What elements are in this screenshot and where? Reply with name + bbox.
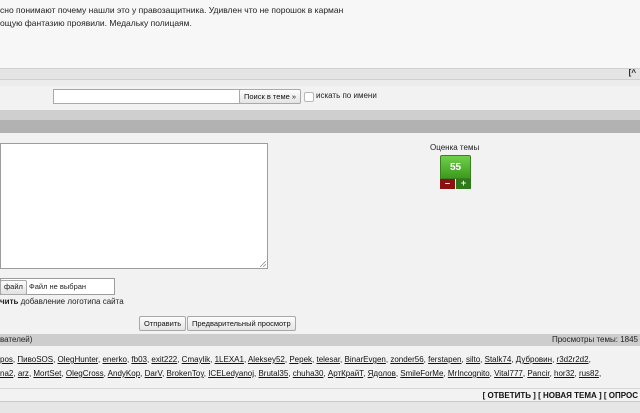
- rate-down-button[interactable]: –: [440, 179, 455, 189]
- file-attach-field: файл Файл не выбран: [0, 278, 115, 295]
- send-button[interactable]: Отправить: [139, 316, 187, 331]
- user-link[interactable]: Дубровин: [516, 355, 552, 364]
- user-link[interactable]: OlegHunter: [58, 355, 98, 364]
- topic-stats-bar: вателей) Просмотры темы: 1845: [0, 334, 640, 346]
- topic-search-input[interactable]: [53, 89, 243, 104]
- user-link[interactable]: zonder56: [390, 355, 423, 364]
- user-link[interactable]: enerko: [102, 355, 126, 364]
- user-link[interactable]: Vital777: [494, 369, 523, 378]
- rating-score: 55: [440, 155, 471, 179]
- new-topic-link[interactable]: [ НОВАЯ ТЕМА ]: [538, 391, 602, 400]
- user-link[interactable]: Ядолов: [368, 369, 396, 378]
- user-link[interactable]: pos: [0, 355, 13, 364]
- topic-search-row: Поиск в теме » искать по имени: [0, 86, 640, 108]
- poll-link[interactable]: [ ОПРОС: [604, 391, 638, 400]
- post-body: сно понимают почему нашли это у правозащ…: [0, 0, 640, 68]
- reply-link[interactable]: [ ОТВЕТИТЬ ]: [483, 391, 536, 400]
- user-link[interactable]: Pancir: [527, 369, 549, 378]
- user-link[interactable]: AndyKop: [108, 369, 140, 378]
- active-users-list-1: pos, ПивоSOS, OlegHunter, enerko, fb03, …: [0, 355, 591, 364]
- topic-rating-widget: 55 – +: [440, 155, 471, 189]
- preview-button[interactable]: Предварительный просмотр: [187, 316, 296, 331]
- user-link[interactable]: MortSet: [33, 369, 61, 378]
- user-link[interactable]: Aleksey52: [248, 355, 285, 364]
- user-link[interactable]: telesar: [316, 355, 340, 364]
- active-users-list-2: na2, arz, MortSet, OlegCross, AndyKop, D…: [0, 369, 601, 378]
- logo-option: чить добавление логотипа сайта: [0, 297, 124, 306]
- user-link[interactable]: exit222: [151, 355, 177, 364]
- user-separator: ,: [588, 355, 591, 364]
- user-link[interactable]: silto: [466, 355, 480, 364]
- user-link[interactable]: MrIncognito: [448, 369, 490, 378]
- user-link[interactable]: Brutal35: [258, 369, 288, 378]
- post-text-line-2: ощую фантазию проявили. Медальку полицая…: [0, 18, 192, 28]
- choose-file-button[interactable]: файл: [0, 280, 27, 295]
- user-separator: ,: [598, 369, 602, 378]
- user-link[interactable]: arz: [18, 369, 29, 378]
- user-link[interactable]: rus82: [579, 369, 599, 378]
- post-footer-strip: [^: [0, 68, 640, 80]
- quick-reply-header: [0, 120, 640, 133]
- topic-actions-bar: [ ОТВЕТИТЬ ] [ НОВАЯ ТЕМА ] [ ОПРОС: [0, 388, 640, 401]
- topic-search-button[interactable]: Поиск в теме »: [239, 89, 302, 104]
- user-link[interactable]: BinarEvgen: [345, 355, 386, 364]
- user-link[interactable]: hor32: [554, 369, 574, 378]
- user-link[interactable]: ПивоSOS: [17, 355, 53, 364]
- no-file-label: Файл не выбран: [29, 282, 87, 291]
- user-link[interactable]: АртКрайТ: [328, 369, 363, 378]
- user-link[interactable]: fb03: [131, 355, 147, 364]
- user-link[interactable]: Stalk74: [485, 355, 512, 364]
- user-link[interactable]: ICELedyanoj: [208, 369, 254, 378]
- section-divider: [0, 110, 640, 120]
- readers-count-label: вателей): [0, 335, 33, 344]
- topic-actions: [ ОТВЕТИТЬ ] [ НОВАЯ ТЕМА ] [ ОПРОС: [483, 391, 638, 400]
- logo-option-toggle[interactable]: чить: [0, 297, 18, 306]
- user-link[interactable]: DarV: [145, 369, 163, 378]
- reply-textarea[interactable]: [0, 143, 268, 269]
- user-link[interactable]: chuha30: [293, 369, 324, 378]
- quick-reply-form: Оценка темы 55 – + файл Файл не выбран ч…: [0, 133, 640, 333]
- search-by-name-label: искать по имени: [316, 91, 377, 100]
- user-link[interactable]: Pepek: [289, 355, 312, 364]
- user-link[interactable]: BrokenToy: [167, 369, 204, 378]
- resize-grip-icon[interactable]: [260, 261, 266, 267]
- search-by-name-checkbox[interactable]: [304, 92, 314, 102]
- topic-rating-title: Оценка темы: [430, 143, 480, 152]
- rate-up-button[interactable]: +: [456, 179, 471, 189]
- user-link[interactable]: r3d2r2d2: [557, 355, 589, 364]
- logo-option-label: добавление логотипа сайта: [18, 297, 124, 306]
- user-link[interactable]: ferstapen: [428, 355, 461, 364]
- user-link[interactable]: na2: [0, 369, 13, 378]
- user-link[interactable]: Cmaylik: [182, 355, 210, 364]
- footer-strip: [0, 401, 640, 413]
- user-link[interactable]: OlegCross: [66, 369, 104, 378]
- back-to-top-link[interactable]: [^: [629, 68, 636, 77]
- post-text-line-1: сно понимают почему нашли это у правозащ…: [0, 5, 344, 15]
- user-link[interactable]: SmileForMe: [400, 369, 443, 378]
- user-link[interactable]: 1LEXA1: [215, 355, 244, 364]
- topic-views-label: Просмотры темы: 1845: [551, 335, 638, 344]
